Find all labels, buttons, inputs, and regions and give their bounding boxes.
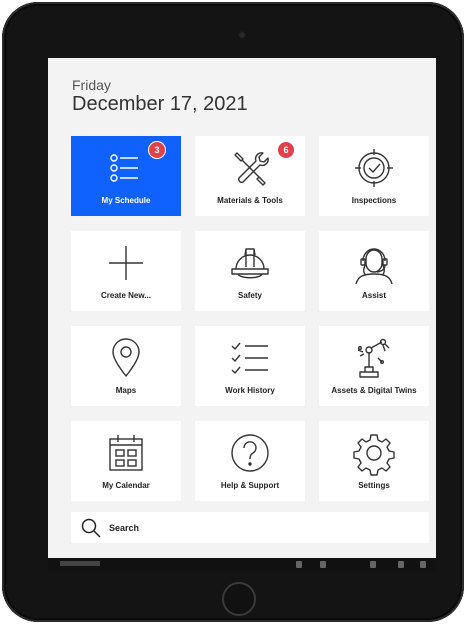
tile-label: Safety	[237, 291, 262, 300]
tile-help-support[interactable]: Help & Support	[195, 421, 305, 501]
tile-label: Maps	[115, 386, 137, 395]
tile-inspections[interactable]: Inspections	[319, 136, 429, 216]
list-icon	[101, 146, 151, 190]
tile-safety[interactable]: Safety	[195, 231, 305, 311]
tile-work-history[interactable]: Work History	[195, 326, 305, 406]
search-bar[interactable]: Search	[71, 512, 429, 543]
checklist-icon	[225, 336, 275, 380]
tile-label: Create New...	[101, 291, 151, 300]
status-icon	[420, 561, 426, 568]
tile-settings[interactable]: Settings	[319, 421, 429, 501]
app-screen: Friday December 17, 2021 3 My Schedule 6…	[48, 58, 436, 572]
calendar-icon	[101, 431, 151, 475]
tile-my-schedule[interactable]: 3 My Schedule	[71, 136, 181, 216]
headset-agent-icon	[349, 241, 399, 285]
tile-create-new[interactable]: Create New...	[71, 231, 181, 311]
question-icon	[225, 431, 275, 475]
tile-materials-tools[interactable]: 6 Materials & Tools	[195, 136, 305, 216]
home-button[interactable]	[222, 582, 256, 616]
status-icon	[320, 561, 326, 568]
tile-label: Materials & Tools	[217, 196, 283, 205]
front-camera	[238, 31, 246, 39]
system-status-bar	[48, 558, 436, 572]
day-of-week: Friday	[72, 77, 111, 93]
tile-label: My Calendar	[102, 481, 150, 490]
tile-my-calendar[interactable]: My Calendar	[71, 421, 181, 501]
notification-badge: 3	[149, 142, 165, 158]
inspection-target-icon	[349, 146, 399, 190]
status-bar-text	[60, 561, 100, 566]
tile-maps[interactable]: Maps	[71, 326, 181, 406]
notification-badge: 6	[278, 142, 294, 158]
status-icon	[398, 561, 404, 568]
robot-arm-icon	[349, 336, 399, 380]
search-icon	[81, 518, 101, 538]
tile-label: Work History	[225, 386, 275, 395]
map-pin-icon	[101, 336, 151, 380]
tile-label: Inspections	[351, 196, 397, 205]
status-icon	[370, 561, 376, 568]
tile-assets-digital-twins[interactable]: Assets & Digital Twins	[319, 326, 429, 406]
tile-label: Assist	[361, 291, 386, 300]
plus-icon	[101, 241, 151, 285]
status-icon	[296, 561, 302, 568]
search-label: Search	[109, 522, 140, 533]
tile-label: My Schedule	[101, 196, 151, 205]
gear-icon	[349, 431, 399, 476]
page-title-date: December 17, 2021	[72, 93, 248, 115]
tools-icon	[225, 146, 275, 190]
tile-label: Assets & Digital Twins	[331, 386, 417, 395]
launcher-grid: 3 My Schedule 6 Materials & Tools Inspec…	[71, 136, 429, 501]
tile-label: Settings	[358, 481, 390, 490]
tablet-device-frame: Friday December 17, 2021 3 My Schedule 6…	[2, 2, 464, 622]
hard-hat-icon	[225, 241, 275, 285]
tile-assist[interactable]: Assist	[319, 231, 429, 311]
tile-label: Help & Support	[220, 481, 280, 490]
